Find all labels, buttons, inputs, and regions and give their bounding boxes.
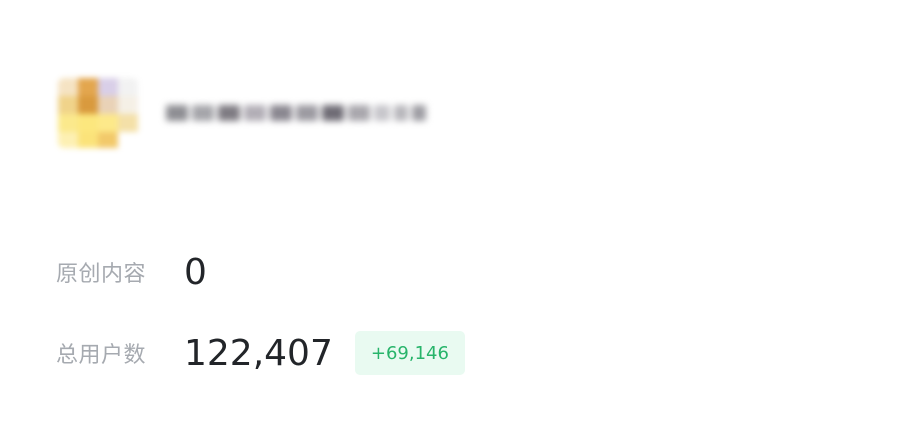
total-users-delta-badge: +69,146: [354, 331, 465, 375]
total-users-value: 122,407: [184, 332, 333, 374]
account-header: [58, 78, 442, 148]
account-stats-card: 原创内容 0 总用户数 122,407 +69,146: [0, 0, 917, 435]
account-avatar: [58, 78, 138, 148]
original-content-value: 0: [184, 251, 207, 293]
original-content-label: 原创内容: [56, 262, 147, 287]
total-users-label: 总用户数: [56, 343, 147, 368]
account-name-obscured: [166, 95, 442, 131]
stat-row-total-users: 总用户数 122,407 +69,146: [56, 330, 465, 376]
stat-row-original-content: 原创内容 0: [56, 250, 207, 294]
